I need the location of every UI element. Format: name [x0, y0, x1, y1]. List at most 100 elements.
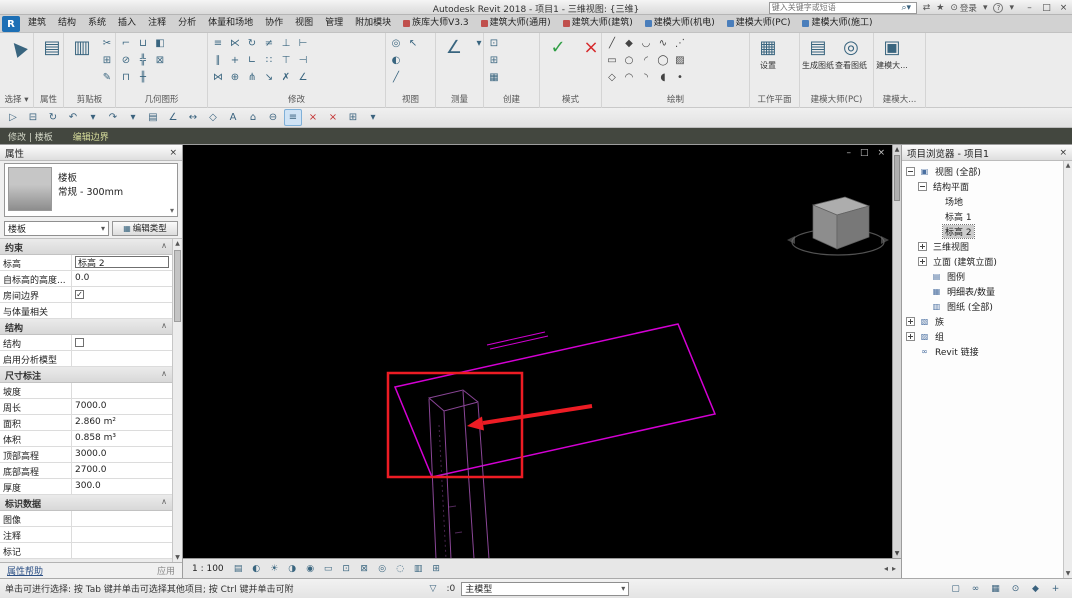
hide-element-icon[interactable]: ◎ [388, 35, 404, 51]
tree-item[interactable]: 场地 [902, 194, 1063, 209]
checkbox[interactable] [75, 338, 84, 347]
app-button[interactable]: R [2, 16, 20, 32]
chevron-down-icon[interactable]: ▾ [170, 206, 174, 215]
ribbon-tab-2[interactable]: 结构 [52, 15, 82, 32]
scroll-down-icon[interactable]: ▼ [893, 549, 901, 558]
polygon-inscribed-icon[interactable]: ◇ [604, 69, 620, 85]
ribbon-tab-1[interactable]: 建筑 [22, 15, 52, 32]
switch-windows-icon[interactable]: ⊞ [344, 109, 362, 126]
property-group-header[interactable]: 尺寸标注∧ [0, 367, 172, 383]
apply-button[interactable]: 应用 [157, 564, 175, 577]
mirror-pick-icon[interactable]: ⋈ [210, 69, 226, 85]
property-value[interactable] [72, 335, 172, 350]
scroll-up-icon[interactable]: ▲ [1064, 161, 1072, 170]
expand-icon[interactable] [918, 242, 927, 251]
scroll-left-icon[interactable]: ◂ [884, 564, 888, 573]
join-icon[interactable]: ⊓ [118, 69, 134, 85]
array-icon[interactable]: ∷ [261, 52, 277, 68]
match-type-icon[interactable]: ✎ [99, 69, 115, 85]
viewport-vscrollbar[interactable]: ▲ ▼ [892, 145, 901, 558]
undo-dropdown-icon[interactable]: ▾ [84, 109, 102, 126]
type-selector[interactable]: 楼板 常规 - 300mm ▾ [4, 163, 178, 217]
temporary-hide-icon[interactable]: ◎ [375, 562, 390, 576]
tree-item[interactable]: 标高 1 [902, 209, 1063, 224]
cope-icon[interactable]: ⌐ [118, 35, 134, 51]
tree-item[interactable]: 立面 (建筑立面) [902, 254, 1063, 269]
select-links-icon[interactable]: ∞ [968, 582, 983, 596]
close-icon[interactable]: × [169, 148, 177, 158]
property-value[interactable] [72, 527, 172, 542]
modify-tool-icon[interactable]: ▲ [2, 35, 33, 90]
corner-icon[interactable]: ∠ [295, 69, 311, 85]
properties-help-link[interactable]: 属性帮助 [7, 564, 43, 577]
arc-start-end-icon[interactable]: ◠ [621, 69, 637, 85]
generate-sheet-icon[interactable]: ▤生成图纸 [802, 35, 834, 90]
tree-item[interactable]: ▧族 [902, 314, 1063, 329]
tag-icon[interactable]: ◇ [204, 109, 222, 126]
property-value[interactable]: 2700.0 [72, 463, 172, 478]
collapse-icon[interactable] [906, 167, 915, 176]
render-icon[interactable]: ◉ [303, 562, 318, 576]
sync-icon[interactable]: ↻ [44, 109, 62, 126]
viewport-close-icon[interactable]: × [877, 148, 885, 158]
search-box[interactable]: ⌕▾ [769, 2, 917, 14]
property-value[interactable] [72, 543, 172, 558]
minimize-icon[interactable]: – [1024, 3, 1035, 13]
arc-tangent-icon[interactable]: ◜ [638, 52, 654, 68]
edit-type-button[interactable]: ▦ 编辑类型 [112, 221, 178, 236]
sun-path-icon[interactable]: ☀ [267, 562, 282, 576]
pick-walls-icon[interactable]: ▨ [672, 52, 688, 68]
pick-lines-icon[interactable]: ⋰ [672, 35, 688, 51]
measure-dropdown-icon[interactable]: ▾ [471, 35, 483, 51]
demolish-icon[interactable]: ⊠ [152, 52, 168, 68]
ribbon-tab-14[interactable]: 建筑大师(建筑) [557, 15, 639, 32]
family-selector[interactable]: 楼板 ▾ [4, 221, 109, 236]
scroll-down-icon[interactable]: ▼ [1064, 569, 1072, 578]
scale-icon[interactable]: ↘ [261, 69, 277, 85]
ribbon-tab-17[interactable]: 建模大师(施工) [796, 15, 878, 32]
view-cube[interactable] [787, 197, 889, 255]
select-by-face-icon[interactable]: ◆ [1028, 582, 1043, 596]
drawing-area[interactable] [183, 145, 892, 558]
sketch-detail-lines[interactable] [487, 332, 548, 349]
open-icon[interactable]: ▷ [4, 109, 22, 126]
trim-extend-icon[interactable]: ∟ [244, 52, 260, 68]
tree-item[interactable]: ▦明细表/数量 [902, 284, 1063, 299]
property-group-header[interactable]: 标识数据∧ [0, 495, 172, 511]
ribbon-tab-8[interactable]: 协作 [259, 15, 289, 32]
create-parts-icon[interactable]: ▦ [486, 69, 502, 85]
lock-view-icon[interactable]: ⊠ [357, 562, 372, 576]
spline-icon[interactable]: ∿ [655, 35, 671, 51]
pin-icon[interactable]: ⊥ [278, 35, 294, 51]
close-hidden-windows-icon[interactable]: × [304, 109, 322, 126]
half-ellipse-icon[interactable]: ◖ [655, 69, 671, 85]
expand-icon[interactable] [906, 317, 915, 326]
arc-center-icon[interactable]: ◡ [638, 35, 654, 51]
property-group-header[interactable]: 结构∧ [0, 319, 172, 335]
rotate-icon[interactable]: ↻ [244, 35, 260, 51]
finish-edit-icon[interactable]: ✓ [542, 35, 574, 90]
viewport-minimize-icon[interactable]: – [846, 148, 851, 158]
scroll-up-icon[interactable]: ▲ [893, 145, 901, 154]
align-icon[interactable]: ≡ [210, 35, 226, 51]
crop-view-icon[interactable]: ▭ [321, 562, 336, 576]
constraints-icon[interactable]: ⊞ [429, 562, 444, 576]
create-similar-icon[interactable]: ⊡ [486, 35, 502, 51]
property-value[interactable] [72, 351, 172, 366]
editable-only-icon[interactable]: ▢ [948, 582, 963, 596]
tree-item[interactable]: ▨组 [902, 329, 1063, 344]
linework-icon[interactable]: ╱ [388, 69, 404, 85]
property-value[interactable] [72, 383, 172, 398]
line-icon[interactable]: ╱ [604, 35, 620, 51]
redo-dropdown-icon[interactable]: ▾ [124, 109, 142, 126]
modeling-master-icon[interactable]: ▣建模大... [876, 35, 908, 90]
visual-style-icon[interactable]: ◐ [249, 562, 264, 576]
move-icon[interactable]: + [227, 52, 243, 68]
tree-item[interactable]: ∞Revit 链接 [902, 344, 1063, 359]
redo-icon[interactable]: ↷ [104, 109, 122, 126]
checkbox[interactable] [75, 290, 84, 299]
temporary-view-icon[interactable]: ▥ [411, 562, 426, 576]
property-value[interactable]: 0.858 m³ [72, 431, 172, 446]
split-gap-icon[interactable]: ≠ [261, 35, 277, 51]
default-3d-view-icon[interactable]: ⌂ [244, 109, 262, 126]
